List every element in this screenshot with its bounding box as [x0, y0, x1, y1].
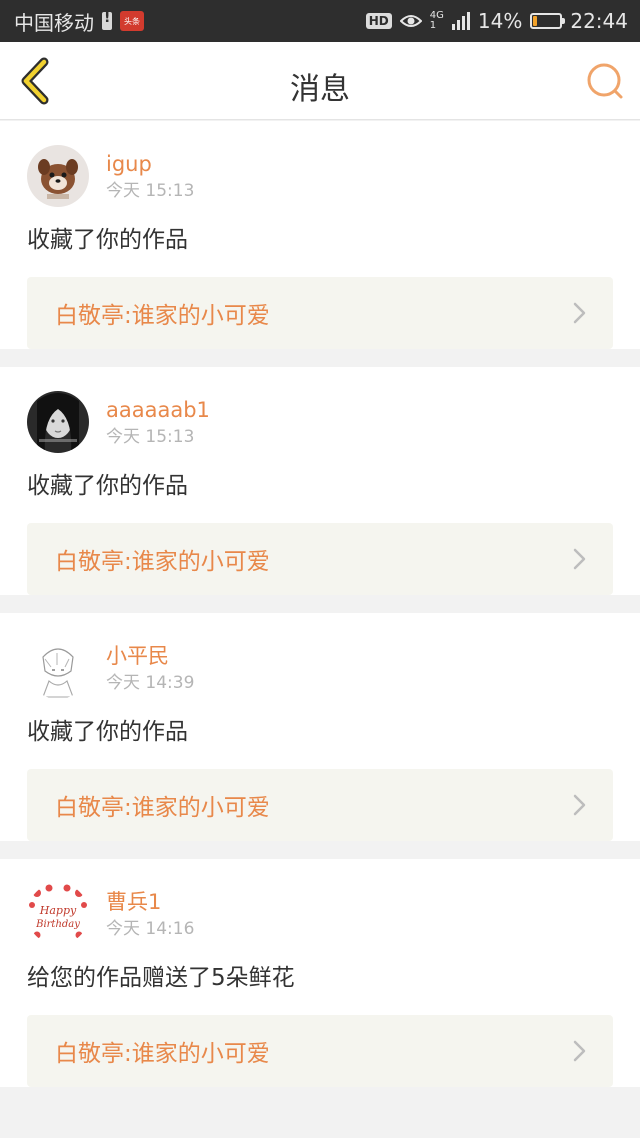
girl-avatar[interactable] [27, 391, 89, 453]
message-card: aaaaaab1 今天 15:13 收藏了你的作品 白敬亭:谁家的小可爱 [0, 367, 640, 595]
svg-text:Birthday: Birthday [35, 919, 80, 930]
message-time: 今天 14:16 [106, 919, 195, 939]
work-title: 白敬亭:谁家的小可爱 [55, 1041, 270, 1067]
username[interactable]: aaaaaab1 [106, 398, 210, 422]
message-card: igup 今天 15:13 收藏了你的作品 白敬亭:谁家的小可爱 [0, 121, 640, 349]
clock: 22:44 [570, 9, 628, 33]
app-header: 消息 [0, 42, 640, 120]
message-action: 收藏了你的作品 [27, 473, 188, 499]
sketch-avatar[interactable] [27, 637, 89, 699]
work-link[interactable]: 白敬亭:谁家的小可爱 [27, 1015, 613, 1087]
message-time: 今天 14:39 [106, 673, 195, 693]
battery-percent: 14% [477, 9, 523, 33]
message-list: igup 今天 15:13 收藏了你的作品 白敬亭:谁家的小可爱 aaaaaab… [0, 121, 640, 1105]
work-title: 白敬亭:谁家的小可爱 [55, 795, 270, 821]
work-link[interactable]: 白敬亭:谁家的小可爱 [27, 769, 613, 841]
carrier-label: 中国移动 [14, 10, 94, 35]
username[interactable]: igup [106, 152, 194, 176]
eye-icon [399, 15, 422, 27]
dog-avatar[interactable] [27, 145, 89, 207]
news-app-icon: 头条 [120, 11, 144, 31]
chevron-right-icon [573, 794, 586, 816]
work-link[interactable]: 白敬亭:谁家的小可爱 [27, 277, 613, 349]
page-title: 消息 [290, 72, 350, 107]
svg-text:Happy: Happy [39, 904, 77, 917]
search-icon[interactable] [584, 60, 626, 102]
warning-icon [102, 10, 112, 30]
work-link[interactable]: 白敬亭:谁家的小可爱 [27, 523, 613, 595]
birthday-avatar[interactable]: Happy Birthday [27, 883, 89, 945]
chevron-right-icon [573, 302, 586, 324]
signal-icon [451, 12, 470, 30]
message-card: 小平民 今天 14:39 收藏了你的作品 白敬亭:谁家的小可爱 [0, 613, 640, 841]
message-action: 收藏了你的作品 [27, 227, 188, 253]
message-time: 今天 15:13 [106, 181, 195, 201]
work-title: 白敬亭:谁家的小可爱 [55, 303, 270, 329]
battery-icon [530, 13, 566, 29]
hd-icon: HD [365, 13, 392, 29]
message-action: 收藏了你的作品 [27, 719, 188, 745]
chevron-right-icon [573, 548, 586, 570]
status-bar: 中国移动 头条 HD 4G 1 14% 22:44 [0, 0, 640, 42]
username[interactable]: 小平民 [106, 644, 194, 668]
network-indicator: 4G 1 [429, 10, 444, 31]
message-action: 给您的作品赠送了5朵鲜花 [27, 965, 295, 991]
chevron-right-icon [573, 1040, 586, 1062]
username[interactable]: 曹兵1 [106, 890, 194, 914]
work-title: 白敬亭:谁家的小可爱 [55, 549, 270, 575]
message-time: 今天 15:13 [106, 427, 195, 447]
message-card: Happy Birthday 曹兵1 今天 14:16 给您的作品赠送了5朵鲜花… [0, 859, 640, 1087]
